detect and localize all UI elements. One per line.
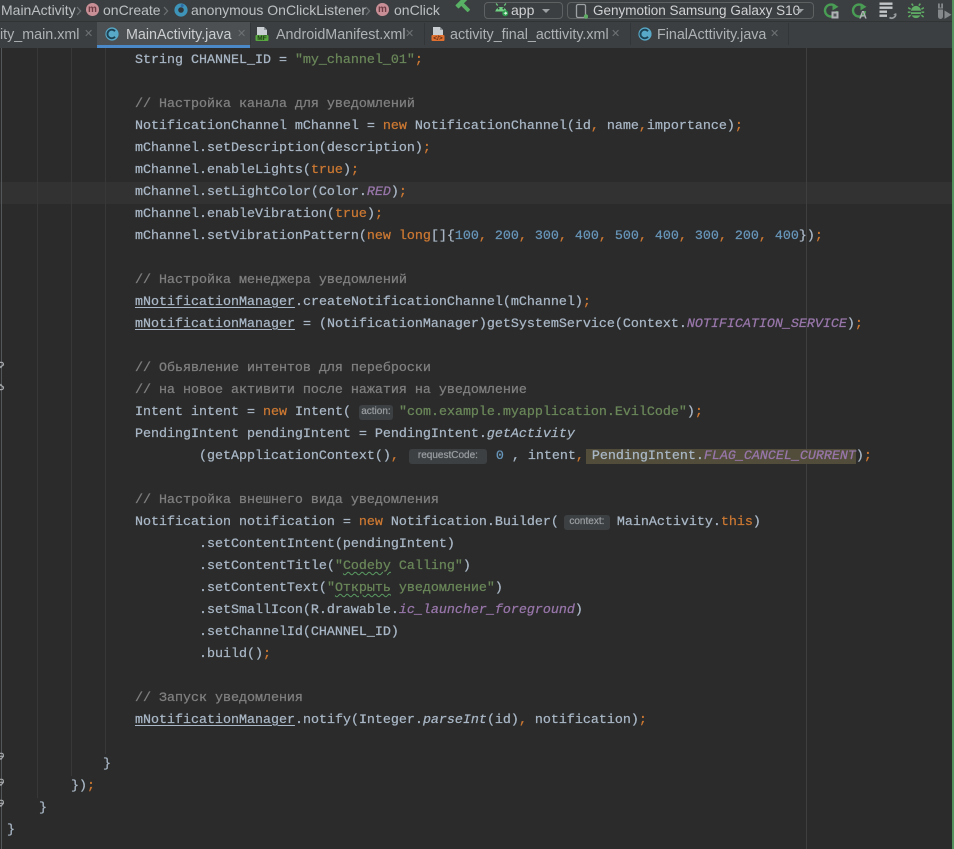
svg-text:MF: MF: [257, 35, 266, 42]
svg-text:</>: </>: [433, 35, 443, 42]
svg-text:A: A: [859, 10, 867, 21]
